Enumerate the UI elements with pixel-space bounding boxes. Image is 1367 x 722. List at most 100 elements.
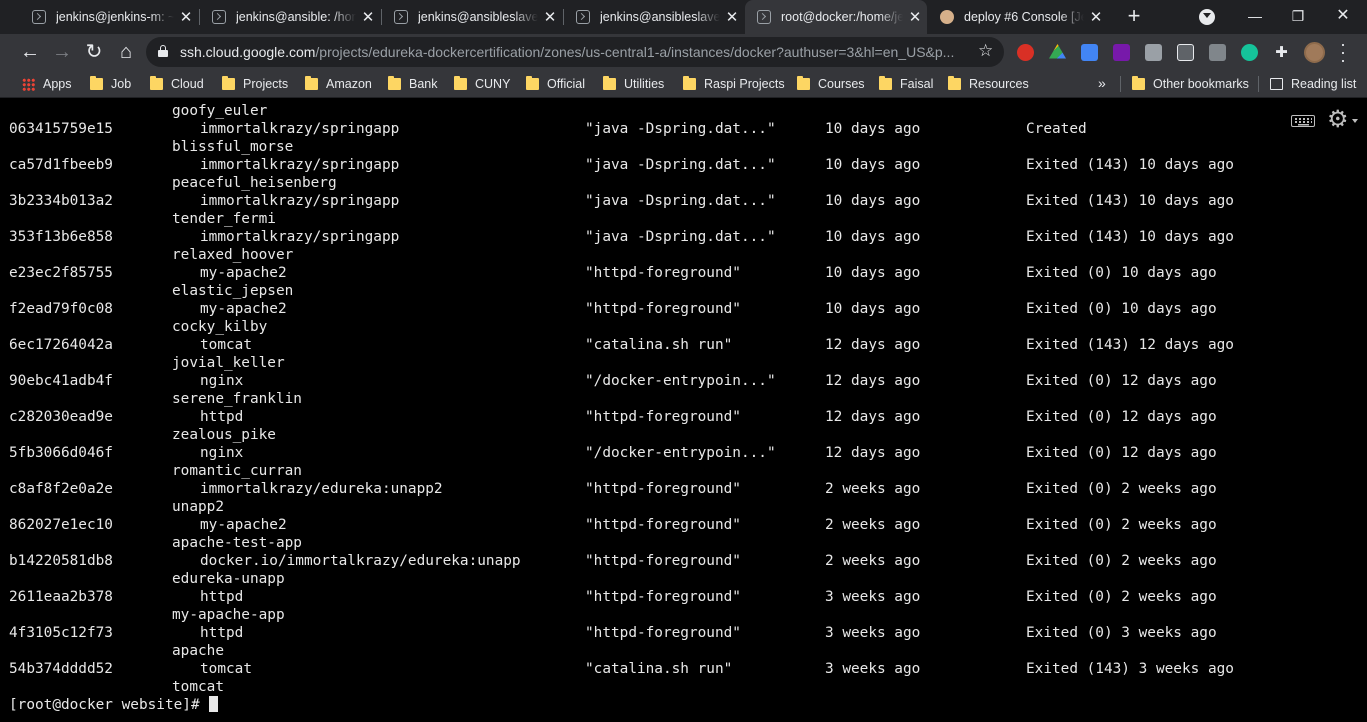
container-status: Created <box>1026 121 1087 137</box>
container-command: "java -Dspring.dat..." <box>585 229 776 245</box>
container-status: Exited (143) 10 days ago <box>1026 193 1234 209</box>
gear-icon[interactable]: ⚙ <box>1327 108 1349 132</box>
reading-list-button[interactable]: Reading list <box>1270 76 1356 92</box>
tab-search-icon[interactable] <box>1199 9 1215 25</box>
bookmark-folder[interactable]: Resources <box>948 76 1029 92</box>
address-bar[interactable]: ssh.cloud.google.com/projects/edureka-do… <box>146 37 1004 67</box>
close-icon[interactable]: ✕ <box>720 8 744 26</box>
close-icon[interactable]: ✕ <box>1084 8 1108 26</box>
close-icon[interactable]: ✕ <box>903 8 927 26</box>
browser-tab[interactable]: jenkins@ansible: /home ✕ <box>200 0 380 34</box>
bookmark-folder[interactable]: Raspi Projects <box>683 76 785 92</box>
bookmark-label: Bank <box>409 77 438 91</box>
browser-toolbar: ← → ↻ ⌂ ssh.cloud.google.com/projects/ed… <box>0 34 1367 70</box>
container-command: "java -Dspring.dat..." <box>585 193 776 209</box>
bookmark-folder[interactable]: Job <box>90 76 131 92</box>
url-host: ssh.cloud.google.com <box>180 44 316 60</box>
bookmark-folder[interactable]: Courses <box>797 76 865 92</box>
folder-icon <box>526 76 539 90</box>
avatar[interactable] <box>1304 42 1325 63</box>
apps-shortcut[interactable]: Apps <box>22 76 72 92</box>
container-image: immortalkrazy/edureka:unapp2 <box>200 481 443 497</box>
container-id: 54b374dddd52 <box>9 661 113 677</box>
more-menu-icon[interactable]: · · · <box>1337 35 1349 69</box>
container-status: Exited (0) 2 weeks ago <box>1026 589 1217 605</box>
bookmark-folder[interactable]: Faisal <box>879 76 933 92</box>
container-status: Exited (143) 3 weeks ago <box>1026 661 1234 677</box>
shell-prompt: [root@docker website]# <box>9 697 209 713</box>
bookmark-folder[interactable]: Official <box>526 76 585 92</box>
chevron-down-icon[interactable] <box>1352 119 1358 126</box>
folder-icon <box>603 76 616 90</box>
folder-icon <box>879 76 892 90</box>
reload-button[interactable]: ↻ <box>80 38 108 66</box>
bookmark-folder[interactable]: Cloud <box>150 76 204 92</box>
bookmark-folder[interactable]: Utilities <box>603 76 664 92</box>
container-image: my-apache2 <box>200 301 287 317</box>
container-status: Exited (143) 10 days ago <box>1026 229 1234 245</box>
bookmark-folder[interactable]: Amazon <box>305 76 372 92</box>
minimize-button[interactable]: — <box>1243 4 1267 28</box>
container-created: 2 weeks ago <box>825 481 921 497</box>
forward-button[interactable]: → <box>48 38 76 66</box>
container-created: 10 days ago <box>825 301 921 317</box>
terminal-window[interactable]: goofy_euler 063415759e15 immortalkrazy/sp… <box>0 99 1367 722</box>
browser-tab[interactable]: jenkins@jenkins-m: ~/etc ✕ <box>20 0 198 34</box>
extension-icon[interactable] <box>1145 44 1162 61</box>
container-name: romantic_curran <box>172 463 302 479</box>
browser-tab[interactable]: jenkins@ansibleslave2 ✕ <box>564 0 744 34</box>
container-image: httpd <box>200 625 244 641</box>
close-icon[interactable]: ✕ <box>538 8 562 26</box>
container-status: Exited (0) 10 days ago <box>1026 301 1217 317</box>
container-id: 862027e1ec10 <box>9 517 113 533</box>
folder-icon <box>948 76 961 90</box>
new-tab-button[interactable]: + <box>1121 4 1147 30</box>
container-command: "httpd-foreground" <box>585 517 741 533</box>
text-cursor <box>209 696 219 712</box>
bookmark-label: Cloud <box>171 77 204 91</box>
container-created: 3 weeks ago <box>825 589 921 605</box>
back-button[interactable]: ← <box>16 38 44 66</box>
browser-tab[interactable]: deploy #6 Console [Jenkins] ✕ <box>928 0 1108 34</box>
browser-tab[interactable]: jenkins@ansibleslave1 ✕ <box>382 0 562 34</box>
extension-stop-icon[interactable] <box>1017 44 1034 61</box>
home-button[interactable]: ⌂ <box>112 38 140 66</box>
folder-icon <box>388 76 401 90</box>
extension-icon[interactable] <box>1177 44 1194 61</box>
bookmark-folder[interactable]: CUNY <box>454 76 510 92</box>
puzzle-icon[interactable]: ✚ <box>1273 44 1290 61</box>
container-command: "/docker-entrypoin..." <box>585 373 776 389</box>
container-id: 353f13b6e858 <box>9 229 113 245</box>
container-status: Exited (0) 10 days ago <box>1026 265 1217 281</box>
lock-icon[interactable] <box>158 45 168 57</box>
url-path: /projects/edureka-dockercertification/zo… <box>315 44 955 60</box>
bookmark-label: Job <box>111 77 132 91</box>
close-icon[interactable]: ✕ <box>174 8 198 26</box>
container-command: "/docker-entrypoin..." <box>585 445 776 461</box>
bookmark-folder[interactable]: Bank <box>388 76 438 92</box>
tab-title: jenkins@jenkins-m: ~/etc <box>56 10 174 24</box>
extension-icon[interactable] <box>1209 44 1226 61</box>
bookmark-star-icon[interactable]: ☆ <box>978 41 993 61</box>
url-text[interactable]: ssh.cloud.google.com/projects/edureka-do… <box>180 44 970 60</box>
container-created: 10 days ago <box>825 121 921 137</box>
container-image: tomcat <box>200 337 252 353</box>
window-close-button[interactable]: ✕ <box>1331 4 1355 28</box>
grammarly-icon[interactable] <box>1241 44 1258 61</box>
google-translate-icon[interactable] <box>1081 44 1098 61</box>
shell-prompt-line[interactable]: [root@docker website]# <box>9 696 219 714</box>
google-drive-icon[interactable] <box>1049 44 1066 59</box>
container-command: "httpd-foreground" <box>585 481 741 497</box>
container-command: "java -Dspring.dat..." <box>585 157 776 173</box>
close-icon[interactable]: ✕ <box>356 8 380 26</box>
keyboard-icon[interactable] <box>1291 115 1315 127</box>
onenote-icon[interactable] <box>1113 44 1130 61</box>
container-name: tender_fermi <box>172 211 276 227</box>
maximize-button[interactable]: ❐ <box>1286 4 1310 28</box>
other-bookmarks-folder[interactable]: Other bookmarks <box>1132 76 1249 92</box>
bookmarks-overflow-button[interactable]: » <box>1098 75 1106 91</box>
bookmark-label: Apps <box>43 77 72 91</box>
container-image: nginx <box>200 445 244 461</box>
bookmark-folder[interactable]: Projects <box>222 76 288 92</box>
browser-tab-active[interactable]: root@docker:/home/jenkins ✕ <box>745 0 927 34</box>
